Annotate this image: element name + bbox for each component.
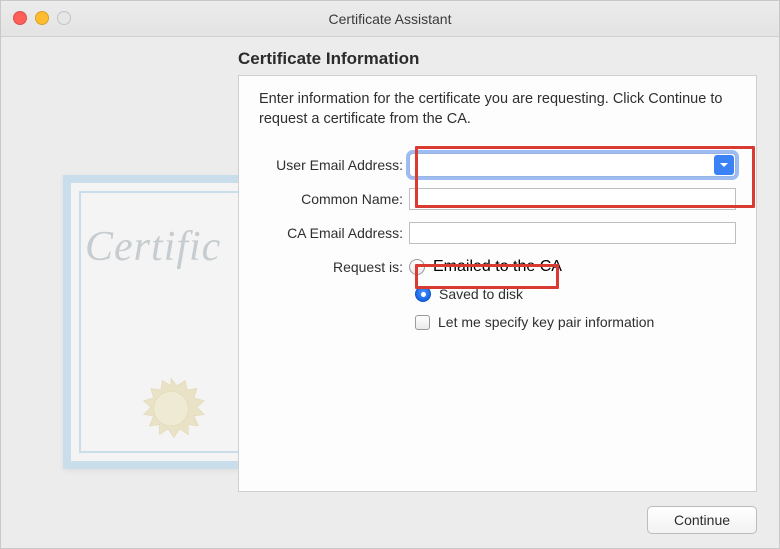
common-name-label: Common Name:	[259, 191, 409, 207]
minimize-icon[interactable]	[35, 11, 49, 25]
radio-emailed-to-ca[interactable]	[409, 259, 425, 275]
certificate-assistant-window: Certificate Assistant Certific Certifica…	[0, 0, 780, 549]
radio-emailed-label: Emailed to the CA	[433, 258, 562, 276]
certificate-script-text: Certific	[85, 223, 221, 271]
certificate-seal-icon	[135, 377, 207, 449]
ca-email-label: CA Email Address:	[259, 225, 409, 241]
page-heading: Certificate Information	[238, 49, 419, 69]
form: User Email Address: Common Name:	[259, 152, 736, 334]
checkbox-specify-keypair[interactable]	[415, 315, 430, 330]
content-area: Certific Certificate Information Enter i…	[23, 45, 757, 492]
titlebar: Certificate Assistant	[1, 1, 779, 37]
close-icon[interactable]	[13, 11, 27, 25]
description-text: Enter information for the certificate yo…	[259, 90, 736, 129]
ca-email-input[interactable]	[409, 222, 736, 244]
radio-saved-label: Saved to disk	[439, 286, 523, 302]
certificate-illustration: Certific	[63, 175, 263, 475]
continue-button[interactable]: Continue	[647, 506, 757, 534]
footer: Continue	[647, 506, 757, 534]
window-title: Certificate Assistant	[1, 11, 779, 27]
form-panel: Enter information for the certificate yo…	[238, 75, 757, 492]
request-is-label: Request is:	[259, 259, 409, 275]
radio-saved-to-disk[interactable]	[415, 286, 431, 302]
zoom-icon	[57, 11, 71, 25]
user-email-combobox[interactable]	[409, 153, 736, 177]
common-name-input[interactable]	[409, 188, 736, 210]
window-controls	[13, 11, 71, 25]
checkbox-specify-keypair-label: Let me specify key pair information	[438, 314, 654, 330]
chevron-down-icon[interactable]	[714, 155, 734, 175]
user-email-label: User Email Address:	[259, 157, 409, 173]
